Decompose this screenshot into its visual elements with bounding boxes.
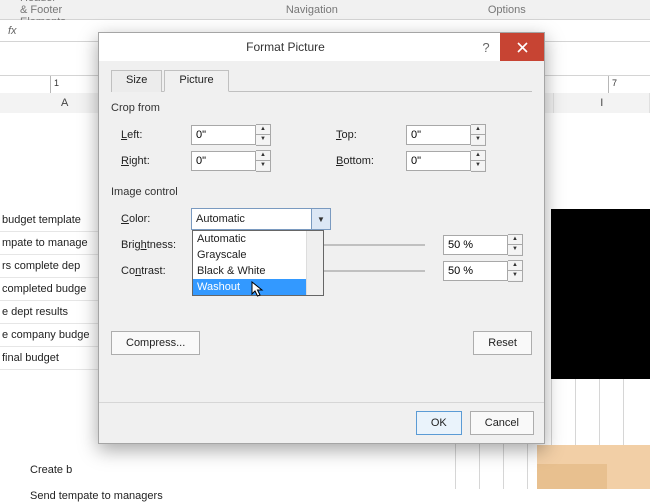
label-right: Right: <box>111 155 191 167</box>
dropdown-option-selected[interactable]: Washout <box>193 279 307 295</box>
spin-up-icon[interactable]: ▲ <box>471 151 485 161</box>
spin-up-icon[interactable]: ▲ <box>256 125 270 135</box>
spin-up-icon[interactable]: ▲ <box>508 261 522 271</box>
spin-up-icon[interactable]: ▲ <box>508 235 522 245</box>
compress-button[interactable]: Compress... <box>111 331 200 355</box>
ribbon-group-labels: Header & Footer Elements Navigation Opti… <box>0 0 650 20</box>
spin-down-icon[interactable]: ▼ <box>508 245 522 254</box>
dialog-body: Size Picture Crop from Left: ▲▼ Top: ▲▼ … <box>99 61 544 403</box>
label-color: Color: <box>111 213 191 225</box>
brightness-input[interactable]: ▲▼ <box>443 235 523 255</box>
spin-up-icon[interactable]: ▲ <box>256 151 270 161</box>
dialog-footer: OK Cancel <box>99 402 544 443</box>
tab-picture[interactable]: Picture <box>164 70 228 92</box>
ribbon-label-navigation: Navigation <box>286 4 338 16</box>
combo-value: Automatic <box>196 213 245 225</box>
reset-button[interactable]: Reset <box>473 331 532 355</box>
spin-up-icon[interactable]: ▲ <box>471 125 485 135</box>
color-dropdown: Automatic Grayscale Black & White Washou… <box>192 230 324 296</box>
label-top: Top: <box>326 129 406 141</box>
colhead-i[interactable]: I <box>554 93 650 113</box>
dialog-tabs: Size Picture <box>111 69 532 92</box>
section-crop-from: Crop from <box>111 102 532 114</box>
dropdown-option[interactable]: Grayscale <box>193 247 307 263</box>
spin-down-icon[interactable]: ▼ <box>256 135 270 144</box>
dialog-titlebar[interactable]: Format Picture ? <box>99 33 544 62</box>
label-contrast: Contrast: <box>111 265 191 277</box>
dropdown-option[interactable]: Automatic <box>193 231 307 247</box>
dropdown-scrollbar[interactable] <box>306 231 323 295</box>
close-icon <box>517 42 528 53</box>
crop-bottom-input[interactable]: ▲▼ <box>406 151 486 171</box>
crop-right-input[interactable]: ▲▼ <box>191 151 271 171</box>
label-left: Left: <box>111 129 191 141</box>
gantt-bar <box>551 209 650 379</box>
spin-down-icon[interactable]: ▼ <box>471 161 485 170</box>
dropdown-option[interactable]: Black & White <box>193 263 307 279</box>
spin-down-icon[interactable]: ▼ <box>256 161 270 170</box>
spin-down-icon[interactable]: ▼ <box>471 135 485 144</box>
ribbon-label-options: Options <box>488 4 526 16</box>
format-picture-dialog: Format Picture ? Size Picture Crop from … <box>98 32 545 444</box>
ok-button[interactable]: OK <box>416 411 462 435</box>
color-combo[interactable]: Automatic ▼ Automatic Grayscale Black & … <box>191 208 331 230</box>
crop-left-input[interactable]: ▲▼ <box>191 125 271 145</box>
fx-label: fx <box>8 25 17 37</box>
axis-label: Send tempate to managers <box>30 483 230 504</box>
dialog-title: Format Picture <box>99 40 472 54</box>
bottom-task-labels: Create b Send tempate to managers <box>30 457 230 504</box>
close-button[interactable] <box>500 33 544 61</box>
label-brightness: Brightness: <box>111 239 191 251</box>
section-image-control: Image control <box>111 186 532 198</box>
contrast-input[interactable]: ▲▼ <box>443 261 523 281</box>
axis-label: Create b <box>30 457 230 483</box>
label-bottom: Bottom: <box>326 155 406 167</box>
spin-down-icon[interactable]: ▼ <box>508 271 522 280</box>
help-button[interactable]: ? <box>472 40 500 55</box>
chevron-down-icon[interactable]: ▼ <box>311 209 330 229</box>
contrast-slider[interactable] <box>323 261 443 281</box>
cancel-button[interactable]: Cancel <box>470 411 534 435</box>
tab-size[interactable]: Size <box>111 70 162 92</box>
brightness-slider[interactable] <box>323 235 443 255</box>
gantt-bar <box>537 464 607 489</box>
crop-top-input[interactable]: ▲▼ <box>406 125 486 145</box>
